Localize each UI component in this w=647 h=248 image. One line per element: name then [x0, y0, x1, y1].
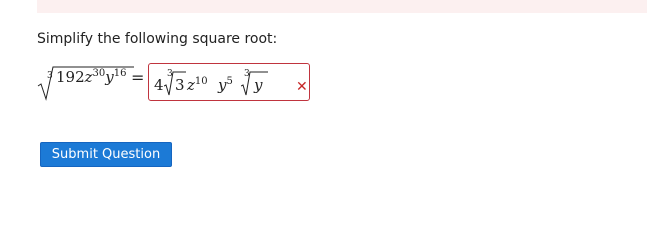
answer-input[interactable]: 4 3 3 z10 y5 3 y [148, 63, 310, 101]
answer-expression: 4 3 3 z10 y5 3 y [154, 66, 304, 98]
answer-var-z-term: z10 [187, 76, 208, 94]
question-prompt: Simplify the following square root: [37, 31, 278, 47]
answer-var-z: z [187, 76, 195, 94]
answer-var-y-term: y5 [218, 76, 233, 94]
radicand-exp-z: 30 [92, 68, 106, 79]
top-banner-strip [37, 0, 647, 13]
submit-question-button[interactable]: Submit Question [40, 142, 172, 167]
answer-exp-y: 5 [226, 76, 233, 87]
answer-radicand2: y [254, 76, 263, 94]
radical-expression: 3 192z30y16 [36, 64, 136, 104]
answer-radical-index: 3 [167, 69, 173, 79]
radical-index: 3 [47, 71, 53, 81]
answer-coefficient: 4 [154, 76, 164, 94]
radicand: 192z30y16 [56, 68, 127, 86]
answer-exp-z: 10 [194, 76, 208, 87]
incorrect-x-icon: ✕ [296, 79, 308, 95]
radicand-var-y: y [105, 68, 114, 86]
equals-sign: = [131, 68, 145, 87]
answer-radicand: 3 [175, 76, 185, 94]
radicand-var-z: z [84, 68, 93, 86]
radicand-coefficient: 192 [56, 68, 85, 86]
radicand-exp-y: 16 [113, 68, 127, 79]
answer-radical2-index: 3 [244, 69, 250, 79]
